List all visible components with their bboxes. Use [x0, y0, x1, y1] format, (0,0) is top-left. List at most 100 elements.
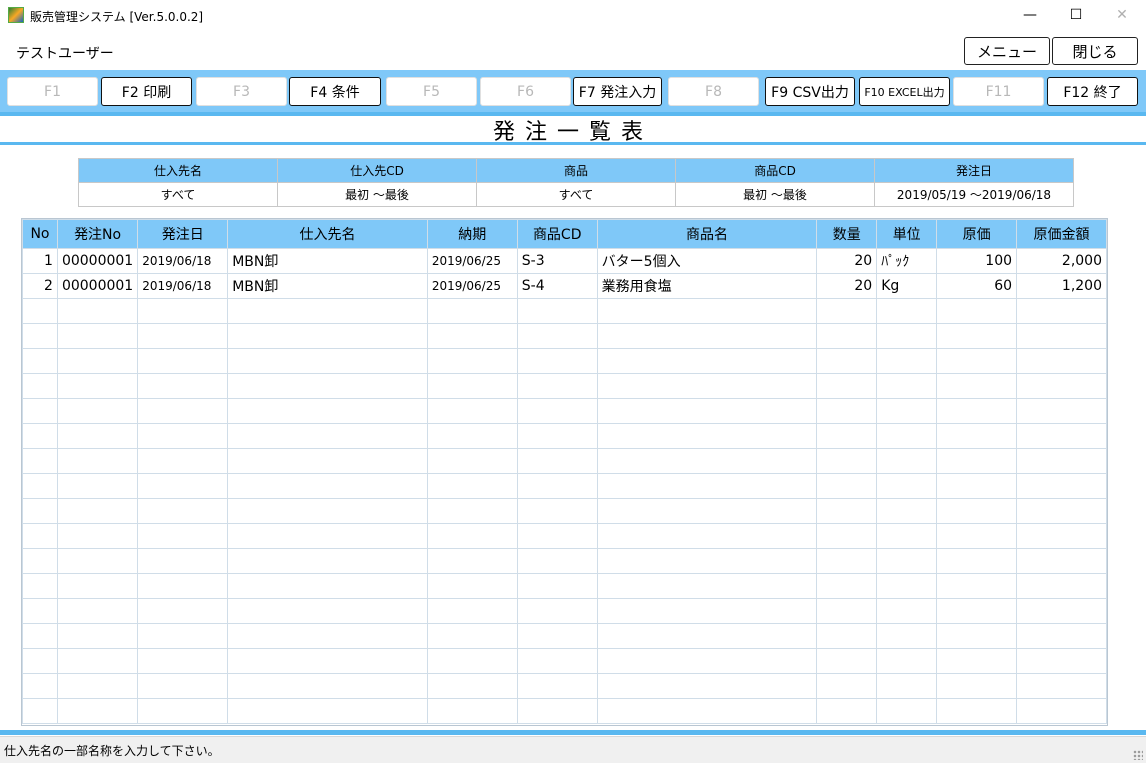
- fkey-f4-button[interactable]: F4 条件: [289, 77, 381, 106]
- column-header[interactable]: 単位: [876, 219, 938, 249]
- table-row[interactable]: [22, 423, 1107, 449]
- menu-button[interactable]: メニュー: [964, 37, 1050, 65]
- table-cell: [137, 348, 229, 374]
- table-cell: [56, 598, 139, 624]
- table-cell: [426, 373, 518, 399]
- table-cell: [516, 498, 598, 524]
- fkey-f11-button[interactable]: F11: [953, 77, 1044, 106]
- table-cell: [816, 298, 878, 324]
- table-row[interactable]: [22, 298, 1107, 324]
- column-header[interactable]: 発注日: [137, 219, 229, 249]
- column-header[interactable]: 発注No: [56, 219, 139, 249]
- table-cell: [596, 623, 818, 649]
- column-header[interactable]: No: [22, 219, 58, 249]
- close-icon[interactable]: ✕: [1099, 0, 1145, 30]
- table-cell: [876, 623, 938, 649]
- table-cell: [816, 698, 878, 724]
- table-cell: [22, 548, 58, 574]
- table-cell: [936, 373, 1018, 399]
- table-cell: [227, 623, 428, 649]
- table-cell: [426, 598, 518, 624]
- column-header[interactable]: 商品名: [596, 219, 818, 249]
- table-cell: [56, 673, 139, 699]
- fkey-f1-button[interactable]: F1: [7, 77, 98, 106]
- order-grid[interactable]: No 発注No 発注日 仕入先名 納期 商品CD 商品名 数量 単位 原価 原価金額 1 000000…: [21, 218, 1108, 726]
- status-message: 仕入先名の一部名称を入力して下さい。: [4, 744, 220, 758]
- fkey-f7-button[interactable]: F7 発注入力: [573, 77, 662, 106]
- table-cell: [876, 323, 938, 349]
- fkey-f10-button[interactable]: F10 EXCEL出力: [859, 77, 950, 106]
- resize-grip-icon[interactable]: [1133, 750, 1143, 760]
- close-button[interactable]: 閉じる: [1052, 37, 1138, 65]
- table-row[interactable]: [22, 398, 1107, 424]
- table-cell: [816, 648, 878, 674]
- table-cell: [137, 598, 229, 624]
- table-row[interactable]: [22, 348, 1107, 374]
- table-cell: 2,000: [1016, 248, 1107, 274]
- table-cell: [596, 523, 818, 549]
- table-row[interactable]: [22, 598, 1107, 624]
- table-cell: 1: [22, 248, 58, 274]
- table-cell: [56, 348, 139, 374]
- fkey-f8-button[interactable]: F8: [668, 77, 759, 106]
- table-cell: 100: [936, 248, 1018, 274]
- table-cell: 1,200: [1016, 273, 1107, 299]
- table-cell: [596, 498, 818, 524]
- fkey-f5-button[interactable]: F5: [386, 77, 477, 106]
- column-header[interactable]: 商品CD: [516, 219, 598, 249]
- fkey-f12-button[interactable]: F12 終了: [1047, 77, 1138, 106]
- table-cell: [516, 373, 598, 399]
- table-cell: [936, 448, 1018, 474]
- table-cell: [22, 473, 58, 499]
- table-row[interactable]: [22, 698, 1107, 724]
- table-row[interactable]: [22, 523, 1107, 549]
- table-cell: [137, 473, 229, 499]
- table-cell: [22, 523, 58, 549]
- table-cell: [227, 573, 428, 599]
- table-row[interactable]: [22, 648, 1107, 674]
- table-cell: [1016, 573, 1107, 599]
- table-cell: [816, 573, 878, 599]
- column-header[interactable]: 仕入先名: [227, 219, 428, 249]
- table-cell: [816, 623, 878, 649]
- table-row[interactable]: [22, 548, 1107, 574]
- column-header[interactable]: 数量: [816, 219, 878, 249]
- table-cell: [876, 498, 938, 524]
- table-cell: 2019/06/25: [426, 273, 518, 299]
- minimize-icon[interactable]: —: [1007, 0, 1053, 30]
- condition-header: 発注日: [874, 158, 1074, 183]
- table-cell: [426, 548, 518, 574]
- table-row[interactable]: [22, 373, 1107, 399]
- column-header[interactable]: 納期: [426, 219, 518, 249]
- table-cell: 2: [22, 273, 58, 299]
- table-cell: 2019/06/18: [137, 248, 229, 274]
- table-row[interactable]: [22, 498, 1107, 524]
- table-row[interactable]: [22, 448, 1107, 474]
- table-cell: [936, 623, 1018, 649]
- table-cell: [596, 548, 818, 574]
- table-row[interactable]: [22, 623, 1107, 649]
- maximize-icon[interactable]: ☐: [1053, 0, 1099, 30]
- table-row[interactable]: 2 00000001 2019/06/18 MBN卸 2019/06/25 S-4 業務用食…: [22, 273, 1107, 299]
- table-cell: [426, 448, 518, 474]
- table-row[interactable]: [22, 323, 1107, 349]
- table-cell: [227, 423, 428, 449]
- column-header[interactable]: 原価金額: [1016, 219, 1107, 249]
- table-row[interactable]: [22, 673, 1107, 699]
- column-header[interactable]: 原価: [936, 219, 1018, 249]
- table-row[interactable]: 1 00000001 2019/06/18 MBN卸 2019/06/25 S-3 バター5…: [22, 248, 1107, 274]
- table-cell: [816, 398, 878, 424]
- table-cell: [137, 623, 229, 649]
- table-cell: [56, 298, 139, 324]
- table-cell: [516, 598, 598, 624]
- table-cell: [876, 698, 938, 724]
- fkey-f6-button[interactable]: F6: [480, 77, 571, 106]
- table-row[interactable]: [22, 573, 1107, 599]
- table-cell: [22, 423, 58, 449]
- table-cell: [516, 448, 598, 474]
- fkey-f9-button[interactable]: F9 CSV出力: [765, 77, 855, 106]
- fkey-f2-button[interactable]: F2 印刷: [101, 77, 192, 106]
- fkey-f3-button[interactable]: F3: [196, 77, 287, 106]
- condition-value: すべて: [78, 182, 278, 207]
- table-row[interactable]: [22, 473, 1107, 499]
